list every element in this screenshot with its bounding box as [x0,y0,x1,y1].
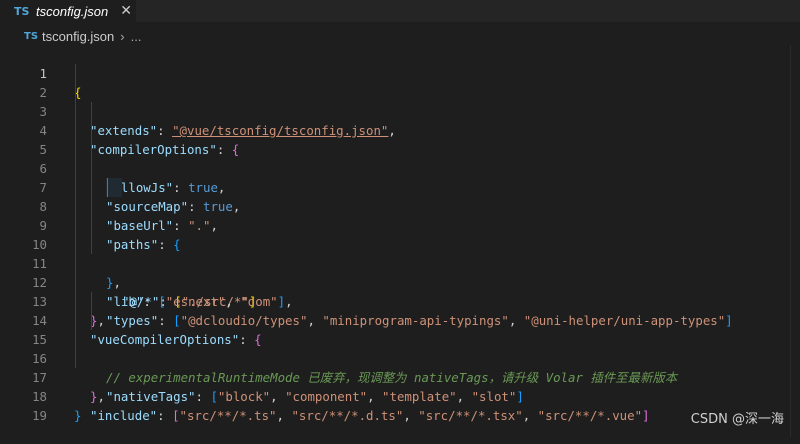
chevron-right-icon: › [120,28,125,44]
code-line: 2 "extends": "@vue/tsconfig/tsconfig.jso… [0,64,790,138]
comma: , [522,408,538,423]
indent-guide [75,197,76,216]
code-line: 12 }, [0,254,790,328]
breadcrumb-more[interactable]: ... [131,29,142,44]
tab-title: tsconfig.json [36,3,109,19]
tab-bar: TS tsconfig.json ✕ [0,0,800,22]
code-line: 6 "baseUrl": ".", [0,140,790,233]
code-line: 17 "include": ["src/**/*.ts", "src/**/*.… [0,349,790,423]
indent-guide [75,121,76,140]
indent-guide [75,330,76,349]
code-line: 4 "allowJs": true, [0,102,790,195]
indent-guide [75,254,76,273]
indent-guide [91,235,92,254]
indent-guide [75,159,76,178]
indent-guide [91,216,92,235]
typescript-icon: TS [24,30,39,42]
json-string: "src/**/*.tsx" [418,408,523,423]
indent-guide [91,178,92,197]
code-line: 10 "lib": ["esnext", "dom"], [0,216,790,309]
code-line: 5 "sourceMap": true, [0,121,790,214]
comma: , [403,408,419,423]
json-string: "src/**/*.vue" [537,408,643,423]
indent-guide [75,64,76,83]
breadcrumb: TS tsconfig.json › ... [0,26,800,46]
indent-guide [91,159,92,178]
bracket: ] [642,408,650,423]
json-key: "include" [90,408,158,423]
typescript-icon: TS [14,4,30,18]
indent-guide [75,235,76,254]
indent-guide [91,197,92,216]
indent-guide [75,216,76,235]
breadcrumb-file[interactable]: tsconfig.json [42,29,114,44]
tab-tsconfig[interactable]: TS tsconfig.json ✕ [0,0,136,22]
indent-guide [91,121,92,140]
comma: , [276,408,292,423]
bracket: [ [172,408,180,423]
indent-guide [91,102,92,121]
code-line: 18 } [0,368,790,423]
line-number: 19 [32,408,47,423]
code-line: 13 "vueCompilerOptions": { [0,273,790,347]
code-line: 9 }, [0,197,790,290]
vertical-scrollbar[interactable] [790,45,800,437]
indent-guide [75,83,76,102]
indent-highlight [106,178,122,197]
brace: } [74,408,82,423]
code-line: 1 { [0,45,790,100]
code-line: 8 "@/*": ["./src/*"] [0,178,790,309]
json-string: "src/**/*.ts" [179,408,277,423]
indent-guide [75,178,76,197]
code-line: 16 }, [0,330,790,404]
code-line: 7 "paths": { [0,159,790,252]
code-line: 11 "types": ["@dcloudio/types", "minipro… [0,235,790,328]
indent-guide [75,311,76,330]
code-line: 19 [0,387,790,423]
indent-guide [75,140,76,159]
close-icon[interactable]: ✕ [120,3,132,19]
indent-guide-active [107,178,108,197]
indent-guide [91,311,92,330]
indent-guide [91,292,92,311]
indent-guide [75,273,76,292]
watermark: CSDN @深一海 [690,412,784,427]
indent-guide [75,349,76,368]
code-line: 14 // experimentalRuntimeMode 已废弃，现调整为 n… [0,292,790,385]
code-line: 15 "nativeTags": ["block", "component", … [0,311,790,404]
code-line: 3 "compilerOptions": { [0,83,790,157]
colon: : [157,408,173,423]
code-editor[interactable]: 1 { 2 "extends": "@vue/tsconfig/tsconfig… [0,45,790,437]
indent-guide [91,140,92,159]
json-string: "src/**/*.d.ts" [291,408,404,423]
indent-guide [75,102,76,121]
indent-guide [75,292,76,311]
